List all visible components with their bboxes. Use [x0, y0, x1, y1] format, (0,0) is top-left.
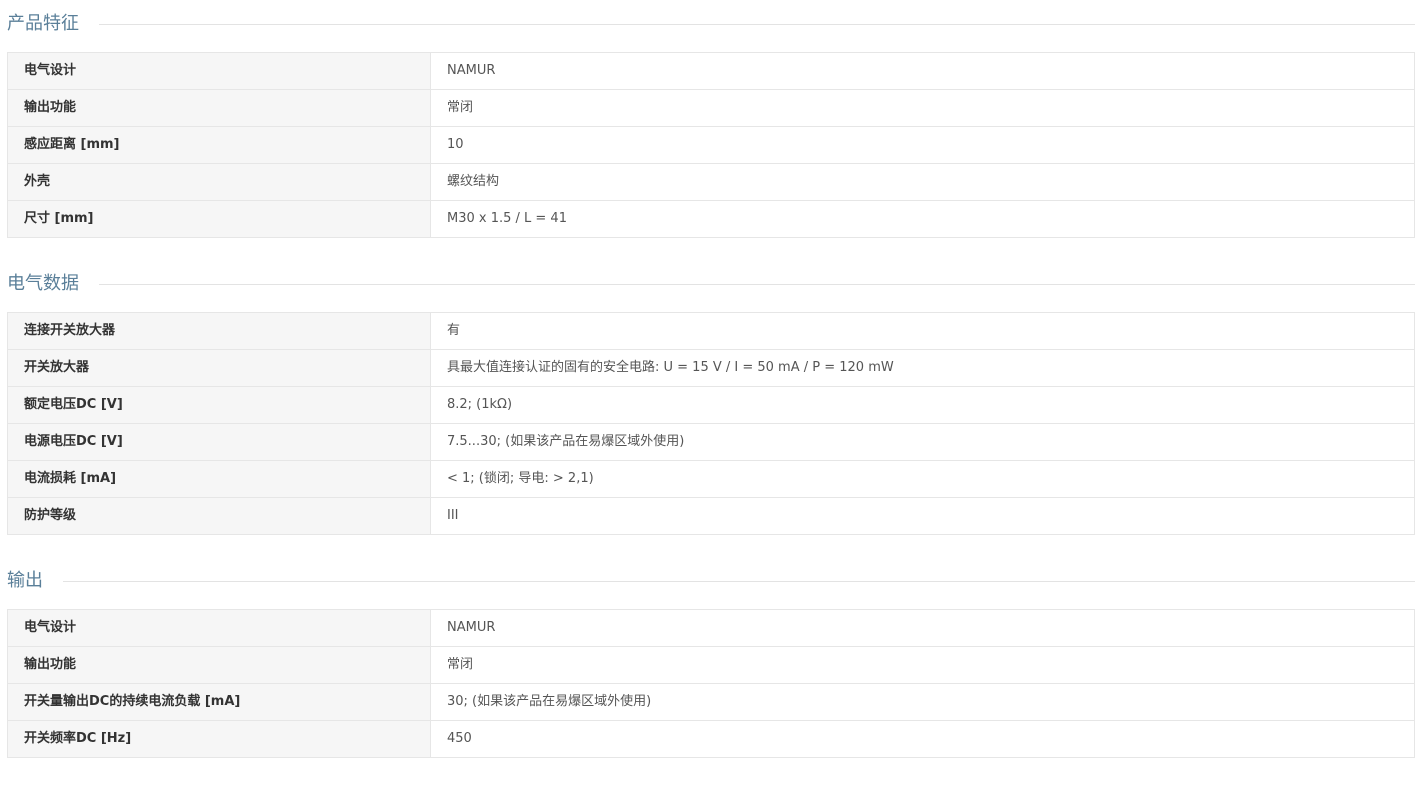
table-row: 开关频率DC [Hz] 450: [7, 720, 1415, 758]
row-label: 开关放大器: [7, 349, 431, 387]
row-label: 连接开关放大器: [7, 312, 431, 350]
row-label: 电气设计: [7, 52, 431, 90]
row-value: 具最大值连接认证的固有的安全电路: U = 15 V / I = 50 mA /…: [430, 349, 1415, 387]
spec-table-electrical-data: 连接开关放大器 有 开关放大器 具最大值连接认证的固有的安全电路: U = 15…: [7, 312, 1415, 535]
section-electrical-data: 电气数据: [0, 270, 1422, 298]
spec-table-product-features: 电气设计 NAMUR 输出功能 常闭 感应距离 [mm] 10 外壳 螺纹结构 …: [7, 52, 1415, 238]
row-value: < 1; (锁闭; 导电: > 2,1): [430, 460, 1415, 498]
table-row: 开关量输出DC的持续电流负载 [mA] 30; (如果该产品在易爆区域外使用): [7, 683, 1415, 721]
table-row: 电气设计 NAMUR: [7, 52, 1415, 90]
row-value: 450: [430, 720, 1415, 758]
row-value: 7.5...30; (如果该产品在易爆区域外使用): [430, 423, 1415, 461]
section-header: 产品特征: [0, 10, 1422, 38]
table-row: 电气设计 NAMUR: [7, 609, 1415, 647]
row-value: NAMUR: [430, 52, 1415, 90]
row-label: 防护等级: [7, 497, 431, 535]
section-output: 输出: [0, 567, 1422, 595]
row-label: 电流损耗 [mA]: [7, 460, 431, 498]
row-label: 感应距离 [mm]: [7, 126, 431, 164]
section-title: 电气数据: [7, 273, 79, 294]
row-label: 尺寸 [mm]: [7, 200, 431, 238]
section-divider: [99, 283, 1415, 285]
row-value: III: [430, 497, 1415, 535]
section-divider: [99, 23, 1415, 25]
table-row: 电流损耗 [mA] < 1; (锁闭; 导电: > 2,1): [7, 460, 1415, 498]
row-value: 常闭: [430, 646, 1415, 684]
row-label: 开关频率DC [Hz]: [7, 720, 431, 758]
section-product-features: 产品特征: [0, 10, 1422, 38]
table-row: 感应距离 [mm] 10: [7, 126, 1415, 164]
row-value: 常闭: [430, 89, 1415, 127]
table-row: 电源电压DC [V] 7.5...30; (如果该产品在易爆区域外使用): [7, 423, 1415, 461]
section-header: 电气数据: [0, 270, 1422, 298]
table-row: 外壳 螺纹结构: [7, 163, 1415, 201]
section-header: 输出: [0, 567, 1422, 595]
spec-table-output: 电气设计 NAMUR 输出功能 常闭 开关量输出DC的持续电流负载 [mA] 3…: [7, 609, 1415, 758]
table-row: 防护等级 III: [7, 497, 1415, 535]
row-value: 有: [430, 312, 1415, 350]
section-divider: [63, 580, 1415, 582]
row-value: NAMUR: [430, 609, 1415, 647]
spec-page: 产品特征 电气设计 NAMUR 输出功能 常闭 感应距离 [mm] 10 外壳 …: [0, 0, 1422, 785]
row-label: 输出功能: [7, 89, 431, 127]
table-row: 尺寸 [mm] M30 x 1.5 / L = 41: [7, 200, 1415, 238]
section-title: 产品特征: [7, 13, 79, 34]
table-row: 连接开关放大器 有: [7, 312, 1415, 350]
row-label: 电气设计: [7, 609, 431, 647]
table-row: 额定电压DC [V] 8.2; (1kΩ): [7, 386, 1415, 424]
row-value: 螺纹结构: [430, 163, 1415, 201]
row-label: 输出功能: [7, 646, 431, 684]
row-value: 8.2; (1kΩ): [430, 386, 1415, 424]
table-row: 输出功能 常闭: [7, 89, 1415, 127]
row-label: 开关量输出DC的持续电流负载 [mA]: [7, 683, 431, 721]
row-label: 电源电压DC [V]: [7, 423, 431, 461]
table-row: 开关放大器 具最大值连接认证的固有的安全电路: U = 15 V / I = 5…: [7, 349, 1415, 387]
table-row: 输出功能 常闭: [7, 646, 1415, 684]
row-label: 外壳: [7, 163, 431, 201]
row-value: 10: [430, 126, 1415, 164]
row-label: 额定电压DC [V]: [7, 386, 431, 424]
row-value: 30; (如果该产品在易爆区域外使用): [430, 683, 1415, 721]
section-title: 输出: [7, 570, 43, 591]
row-value: M30 x 1.5 / L = 41: [430, 200, 1415, 238]
